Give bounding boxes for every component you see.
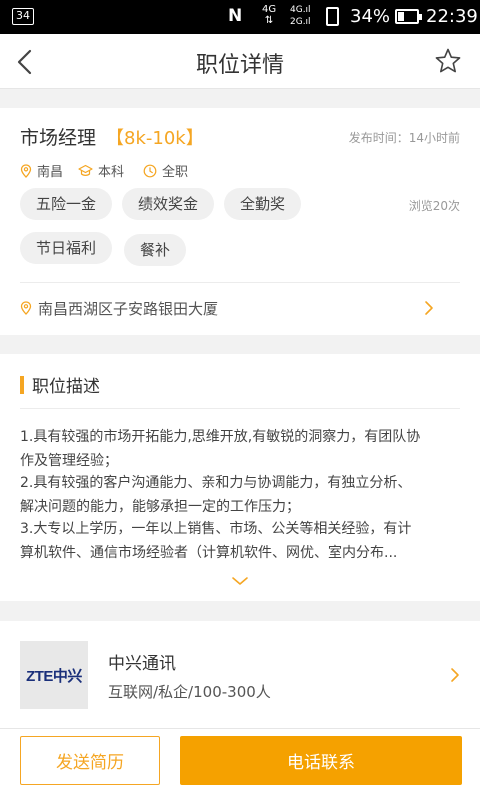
job-education: 本科	[78, 161, 124, 180]
clock-icon	[143, 164, 157, 177]
network-4g-icon: 4G ⇅	[262, 4, 277, 26]
job-location: 南昌	[20, 161, 63, 180]
section-heading-text: 职位描述	[32, 377, 100, 397]
chevron-right-icon	[425, 301, 433, 315]
job-salary: 【8k-10k】	[106, 128, 204, 149]
divider	[20, 408, 460, 409]
nfc-icon: N	[228, 6, 243, 26]
chevron-right-icon	[451, 668, 459, 682]
page-title: 职位详情	[195, 53, 284, 78]
app-bar: 职位详情	[0, 34, 480, 89]
send-resume-button[interactable]: 发送简历	[20, 736, 160, 785]
description-line: 2.具有较强的客户沟通能力、亲和力与协调能力，有独立分析、	[20, 475, 412, 491]
company-logo: ZTE中兴	[20, 641, 88, 709]
company-name: 中兴通讯	[108, 654, 176, 674]
location-pin-icon	[20, 163, 32, 178]
view-count: 浏览20次	[408, 199, 460, 213]
battery-icon	[395, 9, 422, 24]
post-time: 发布时间：14小时前	[348, 131, 460, 145]
description-line: 算机软件、通信市场经验者（计算机软件、网优、室内分布...	[20, 545, 398, 561]
benefit-tag: 五险一金	[20, 188, 113, 220]
company-info: 互联网/私企/100-300人	[108, 683, 271, 701]
battery-percent: 34%	[350, 6, 391, 27]
job-summary-card: 市场经理 【8k-10k】 发布时间：14小时前 南昌 本科 全职 五险一金 绩…	[0, 108, 480, 335]
benefit-tag: 餐补	[124, 234, 187, 266]
company-card[interactable]: ZTE中兴 中兴通讯 互联网/私企/100-300人	[0, 621, 480, 728]
description-line: 作及管理经验；	[20, 453, 118, 469]
job-title: 市场经理	[20, 127, 97, 149]
job-type-text: 全职	[162, 165, 189, 180]
chevron-down-icon[interactable]	[230, 572, 250, 591]
signal-icon: 4G.ıl 2G.ıl	[290, 5, 311, 27]
section-heading: 职位描述	[20, 372, 100, 397]
status-bar: 34 N 4G ⇅ 4G.ıl 2G.ıl 34% 22:39	[0, 0, 480, 34]
benefit-tag: 全勤奖	[224, 188, 302, 220]
benefit-tag: 绩效奖金	[122, 188, 215, 220]
location-pin-icon	[20, 301, 32, 315]
bottom-action-bar: 发送简历 电话联系	[0, 728, 480, 800]
description-line: 3.大专以上学历，一年以上销售、市场、公关等相关经验，有计	[20, 521, 412, 537]
job-type: 全职	[143, 161, 188, 180]
description-line: 1.具有较强的市场开拓能力,思维开放,有敏锐的洞察力，有团队协	[20, 429, 421, 445]
graduation-cap-icon	[78, 164, 93, 176]
address-row[interactable]: 南昌西湖区子安路银田大厦	[20, 282, 460, 334]
benefit-tag: 节日福利	[20, 232, 113, 264]
accent-bar	[20, 375, 24, 394]
address-text: 南昌西湖区子安路银田大厦	[38, 299, 219, 318]
location-text: 南昌	[37, 165, 64, 180]
star-icon[interactable]	[434, 47, 462, 75]
job-description-card: 职位描述 1.具有较强的市场开拓能力,思维开放,有敏锐的洞察力，有团队协 作及管…	[0, 354, 480, 601]
call-button[interactable]: 电话联系	[180, 736, 462, 785]
education-text: 本科	[98, 165, 125, 180]
clock: 22:39	[426, 6, 478, 27]
sim-card-icon	[326, 7, 339, 26]
description-line: 解决问题的能力，能够承担一定的工作压力；	[20, 499, 300, 515]
notification-count-badge: 34	[12, 8, 34, 25]
